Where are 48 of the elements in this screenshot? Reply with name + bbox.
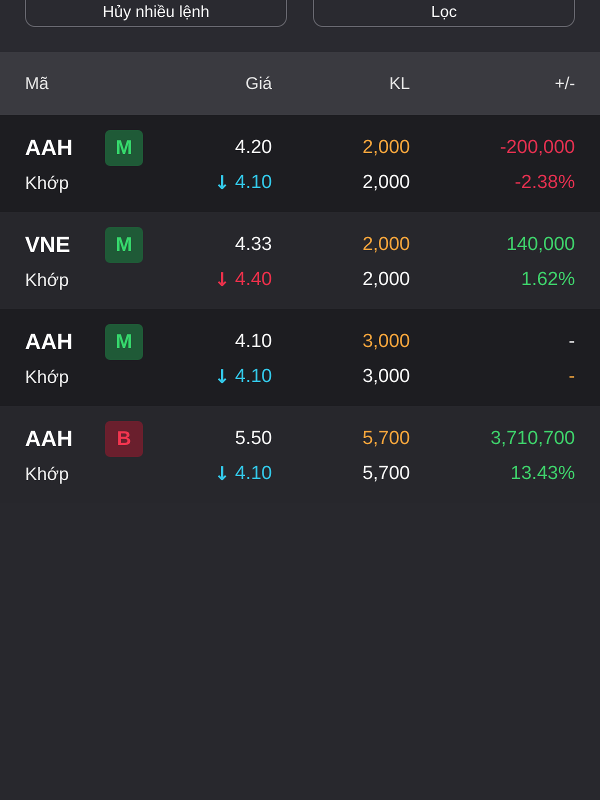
matched-price: 4.10	[235, 463, 272, 485]
change-value: -200,000	[500, 137, 575, 159]
arrow-icon: ↓	[214, 174, 230, 192]
order-row[interactable]: AAH M 4.20 2,000 -200,000 Khớp ↓ 4.10 2,000 -2.38%	[0, 115, 600, 212]
change-percent: -	[568, 366, 575, 388]
column-header: Mã	[25, 74, 49, 94]
change-percent: -2.38%	[514, 172, 575, 194]
matched-volume: 5,700	[362, 463, 410, 485]
order-price: 4.33	[235, 234, 272, 256]
order-status: Khớp	[25, 172, 69, 194]
column-header: Giá	[246, 74, 272, 94]
change-value: 3,710,700	[490, 428, 575, 450]
arrow-icon: ↓	[214, 270, 230, 290]
order-volume: 2,000	[362, 137, 410, 159]
matched-volume: 3,000	[362, 366, 410, 388]
order-status: Khớp	[25, 270, 69, 290]
ticker-symbol: AAH	[25, 135, 73, 161]
matched-price: 4.10	[235, 366, 272, 388]
order-side-tag: M	[105, 324, 143, 360]
order-row[interactable]: AAH M 4.10 3,000 - Khớp ↓ 4.10 3,000 -	[0, 309, 600, 406]
order-price: 4.10	[235, 331, 272, 353]
order-price: 4.20	[235, 137, 272, 159]
matched-price: 4.40	[235, 269, 272, 291]
matched-volume: 2,000	[362, 269, 410, 291]
change-value: -	[568, 331, 575, 353]
order-status: Khớp	[25, 366, 69, 388]
cancel-orders-button[interactable]: Hủy nhiều lệnh	[25, 0, 287, 27]
order-volume: 2,000	[362, 234, 410, 256]
order-volume: 5,700	[362, 428, 410, 450]
arrow-icon: ↓	[214, 368, 230, 386]
filter-button[interactable]: Lọc	[313, 0, 575, 27]
order-side-tag: B	[105, 421, 143, 457]
order-status: Khớp	[25, 464, 69, 484]
change-value: 140,000	[506, 234, 575, 256]
change-percent: 13.43%	[510, 463, 575, 485]
order-price: 5.50	[235, 428, 272, 450]
column-header: +/-	[554, 74, 575, 94]
ticker-symbol: AAH	[25, 329, 73, 355]
change-percent: 1.62%	[521, 269, 575, 291]
order-side-tag: M	[105, 227, 143, 263]
column-header: KL	[389, 74, 410, 94]
order-volume: 3,000	[362, 331, 410, 353]
ticker-symbol: AAH	[25, 426, 73, 452]
matched-volume: 2,000	[362, 172, 410, 194]
arrow-icon: ↓	[214, 464, 230, 484]
matched-price: 4.10	[235, 172, 272, 194]
ticker-symbol: VNE	[25, 232, 70, 258]
order-side-tag: M	[105, 130, 143, 166]
